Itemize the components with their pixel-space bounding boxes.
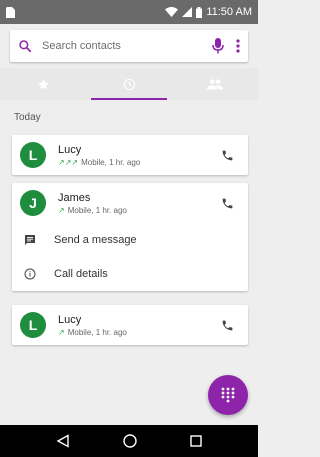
tab-bar: [0, 68, 258, 100]
home-icon[interactable]: [123, 434, 137, 448]
contact-name: James: [58, 191, 91, 204]
search-input[interactable]: [42, 40, 212, 52]
message-icon: [25, 235, 35, 245]
avatar[interactable]: L: [20, 312, 46, 338]
system-nav-bar: [0, 425, 258, 457]
clock-icon: [123, 78, 135, 90]
avatar[interactable]: J: [20, 190, 46, 216]
dialpad-button[interactable]: [208, 375, 248, 415]
phone-icon: [222, 150, 232, 160]
call-log-item-expanded[interactable]: J James ↗ Mobile, 1 hr. ago Send a messag…: [12, 183, 248, 291]
wifi-icon: [165, 7, 179, 17]
mic-icon[interactable]: [212, 38, 224, 54]
call-detail: Mobile, 1 hr. ago: [81, 157, 141, 167]
people-icon: [207, 79, 223, 90]
send-message-label: Send a message: [54, 234, 137, 246]
battery-icon: [196, 6, 203, 18]
call-log-item[interactable]: L Lucy ↗ Mobile, 1 hr. ago: [12, 305, 248, 345]
call-button[interactable]: [214, 190, 240, 216]
contact-name: Lucy: [58, 143, 82, 156]
call-button[interactable]: [214, 312, 240, 338]
star-icon: [37, 78, 49, 89]
dialpad-icon: [221, 387, 235, 403]
back-icon[interactable]: [56, 434, 70, 448]
call-detail: Mobile, 1 hr. ago: [67, 327, 127, 337]
outgoing-call-icon: ↗: [58, 327, 65, 337]
phone-icon: [222, 320, 232, 330]
call-details-label: Call details: [54, 268, 108, 280]
avatar[interactable]: L: [20, 142, 46, 168]
call-button[interactable]: [214, 142, 240, 168]
status-bar: 11:50 AM: [0, 0, 258, 24]
call-details-action[interactable]: Call details: [12, 257, 248, 291]
call-log-item[interactable]: L Lucy ↗↗↗ Mobile, 1 hr. ago: [12, 135, 248, 175]
tab-contacts[interactable]: [172, 68, 258, 100]
recents-icon[interactable]: [189, 435, 202, 447]
section-label-today: Today: [14, 112, 41, 123]
call-detail: Mobile, 1 hr. ago: [67, 205, 127, 215]
phone-icon: [222, 198, 232, 208]
search-icon[interactable]: [18, 39, 32, 53]
status-time: 11:50 AM: [206, 6, 252, 18]
contact-name: Lucy: [58, 313, 82, 326]
outgoing-call-icon: ↗: [58, 205, 65, 215]
more-vert-icon[interactable]: [236, 39, 240, 53]
tab-favorites[interactable]: [0, 68, 86, 100]
signal-icon: [182, 7, 193, 17]
outgoing-call-icon: ↗↗↗: [58, 157, 79, 167]
search-bar: [10, 30, 248, 62]
tab-recents[interactable]: [86, 68, 172, 100]
info-icon: [24, 268, 36, 280]
send-message-action[interactable]: Send a message: [12, 223, 248, 257]
sim-card-icon: [6, 6, 15, 18]
